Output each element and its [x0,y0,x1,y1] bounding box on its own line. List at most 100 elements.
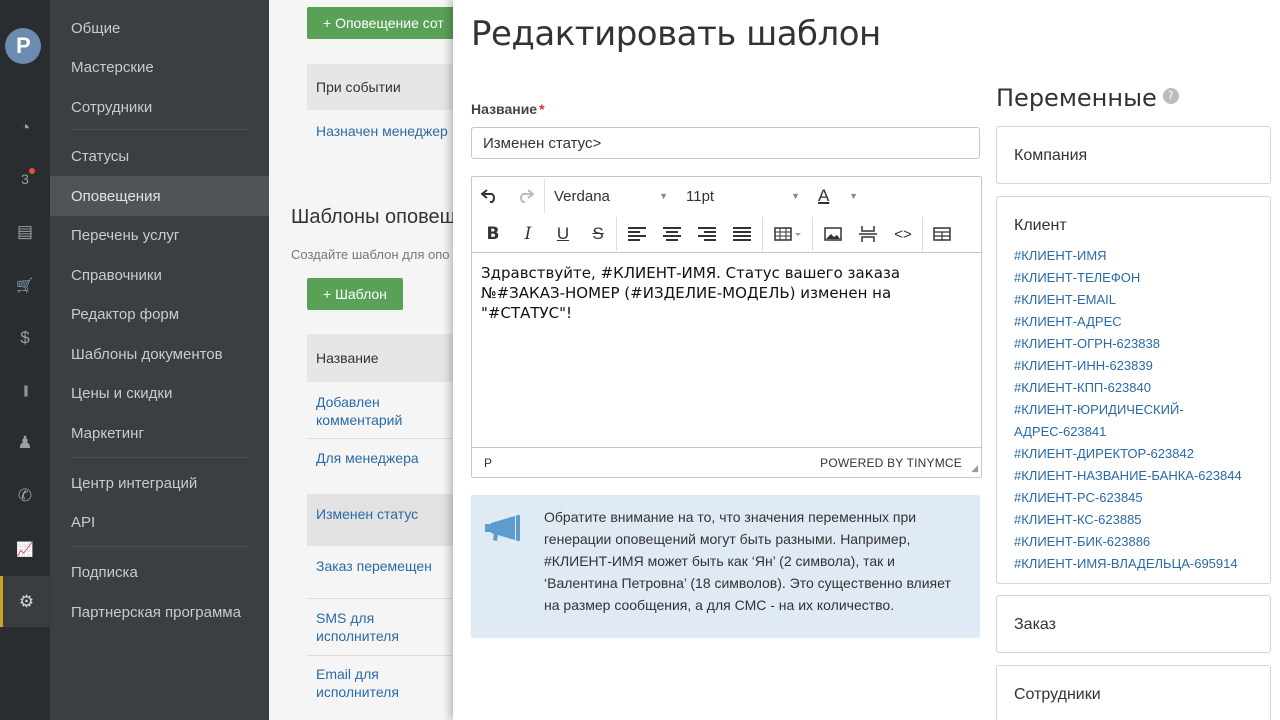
menu-item-general[interactable]: Общие [50,8,269,48]
redo-icon[interactable] [510,181,540,211]
manager-assigned-link[interactable]: Назначен менеджер [316,122,459,140]
variable-link[interactable]: #КЛИЕНТ-EMAIL [1014,289,1264,311]
variable-link[interactable]: #КЛИЕНТ-ЮРИДИЧЕСКИЙ- [1014,399,1264,421]
element-path[interactable]: P [484,456,492,470]
toolbar-divider [812,217,813,251]
editor-statusbar: P POWERED BY TINYMCE ◢ [472,447,981,477]
add-template-button[interactable]: + Шаблон [307,278,403,310]
help-icon[interactable]: ? [1162,88,1179,104]
align-right-icon[interactable] [692,219,722,249]
text-color-button[interactable]: A ▼ [818,181,858,211]
phone-icon[interactable]: ✆ [0,478,50,514]
toolbar-divider [922,217,923,251]
underline-icon[interactable]: U [548,219,578,249]
italic-icon[interactable]: I [513,219,543,249]
required-mark: * [539,101,545,117]
variable-link[interactable]: #КЛИЕНТ-КПП-623840 [1014,377,1264,399]
template-link[interactable]: Для менеджера [316,449,446,467]
speedometer-icon[interactable]: ◔ [0,110,50,146]
menu-item-partner-program[interactable]: Партнерская программа [50,592,269,632]
resize-handle-icon[interactable]: ◢ [971,463,978,474]
variable-group-company[interactable]: Компания [996,126,1271,184]
menu-item-form-editor[interactable]: Редактор форм [50,294,269,334]
chevron-down-icon: ▼ [659,191,668,201]
chevron-down-icon: ▼ [849,191,858,201]
variable-link[interactable]: #КЛИЕНТ-АДРЕС [1014,311,1264,333]
name-field-label: Название * [471,101,545,117]
strikethrough-icon[interactable]: S [583,219,613,249]
menu-item-employees[interactable]: Сотрудники [50,87,269,127]
variable-link[interactable]: #КЛИЕНТ-ОГРН-623838 [1014,333,1264,355]
menu-item-subscription[interactable]: Подписка [50,552,269,592]
variable-group-title: Клиент [1014,217,1067,234]
template-name-input[interactable]: Изменен статус> [471,127,980,159]
variable-group-order[interactable]: Заказ [996,595,1271,653]
menu-item-integrations[interactable]: Центр интеграций [50,463,269,503]
person-icon[interactable]: ♟ [0,425,50,461]
notification-dot [29,168,35,174]
variable-link[interactable]: #КЛИЕНТ-БИК-623886 [1014,531,1264,553]
align-left-icon[interactable] [622,219,652,249]
template-link[interactable]: Добавлен комментарий [316,393,446,429]
variable-link[interactable]: #КЛИЕНТ-ИМЯ-ВЛАДЕЛЬЦА-695914 [1014,553,1264,575]
name-label-text: Название [471,101,538,117]
app-logo[interactable] [5,28,41,64]
page-break-icon[interactable] [853,219,883,249]
template-link[interactable]: SMS для исполнителя [316,609,406,645]
toolbar-divider [616,217,617,251]
align-justify-icon[interactable] [727,219,757,249]
calendar-icon[interactable]: 3 [0,161,50,197]
dollar-icon[interactable]: $ [0,320,50,356]
menu-item-prices[interactable]: Цены и скидки [50,373,269,413]
align-center-icon[interactable] [657,219,687,249]
editor-toolbar-primary: Verdana ▼ 11pt ▼ A ▼ [472,177,981,215]
variable-link[interactable]: #КЛИЕНТ-НАЗВАНИЕ-БАНКА-623844 [1014,465,1264,487]
settings-menu: Общие Мастерские Сотрудники Статусы Опов… [50,0,269,720]
template-insert-icon[interactable] [927,219,957,249]
gear-icon[interactable]: ⚙ [0,576,50,627]
table-icon[interactable] [768,219,808,249]
template-link[interactable]: Заказ перемещен [316,557,446,575]
font-family-select[interactable]: Verdana ▼ [554,181,668,211]
variable-link[interactable]: #КЛИЕНТ-ТЕЛЕФОН [1014,267,1264,289]
menu-divider [71,457,248,458]
variable-group-staff[interactable]: Сотрудники [996,665,1271,720]
client-variable-list: #КЛИЕНТ-ИМЯ #КЛИЕНТ-ТЕЛЕФОН #КЛИЕНТ-EMAI… [1014,245,1264,575]
menu-item-statuses[interactable]: Статусы [50,136,269,176]
editor-toolbar-secondary: B I U S <> [472,215,981,253]
variable-link[interactable]: АДРЕС-623841 [1014,421,1264,443]
bold-icon[interactable]: B [478,219,508,249]
variable-link[interactable]: #КЛИЕНТ-ИНН-623839 [1014,355,1264,377]
undo-icon[interactable] [475,181,505,211]
menu-item-services[interactable]: Перечень услуг [50,215,269,255]
menu-item-marketing[interactable]: Маркетинг [50,413,269,453]
code-icon[interactable]: <> [888,219,918,249]
menu-item-document-templates[interactable]: Шаблоны документов [50,334,269,374]
variable-group-client[interactable]: Клиент #КЛИЕНТ-ИМЯ #КЛИЕНТ-ТЕЛЕФОН #КЛИЕ… [996,196,1271,584]
menu-divider [71,546,248,547]
variable-group-title: Сотрудники [1014,686,1101,703]
image-icon[interactable] [818,219,848,249]
menu-item-notifications[interactable]: Оповещения [50,176,269,216]
inbox-icon[interactable]: ▤ [0,214,50,250]
barcode-icon[interactable]: ||| [0,372,50,408]
editor-content[interactable]: Здравствуйте, #КЛИЕНТ-ИМЯ. Статус вашего… [481,263,971,323]
menu-item-api[interactable]: API [50,502,269,542]
name-column-header: Название [307,334,459,382]
variable-link[interactable]: #КЛИЕНТ-ДИРЕКТОР-623842 [1014,443,1264,465]
font-size-select[interactable]: 11pt ▼ [686,181,800,211]
powered-by-link[interactable]: POWERED BY TINYMCE [820,456,962,470]
menu-item-workshops[interactable]: Мастерские [50,47,269,87]
variable-link[interactable]: #КЛИЕНТ-КС-623885 [1014,509,1264,531]
menu-item-directories[interactable]: Справочники [50,255,269,295]
chevron-down-icon: ▼ [791,191,800,201]
variable-link[interactable]: #КЛИЕНТ-ИМЯ [1014,245,1264,267]
variable-link[interactable]: #КЛИЕНТ-РС-623845 [1014,487,1264,509]
chart-icon[interactable]: 📈 [0,531,50,567]
template-link[interactable]: Email для исполнителя [316,665,406,701]
cart-icon[interactable]: 🛒 [0,267,50,303]
add-notification-button[interactable]: + Оповещение сот [307,7,459,39]
variables-title-text: Переменные [996,84,1157,112]
edit-template-modal: Редактировать шаблон Название * Изменен с… [453,0,1280,720]
template-link-selected[interactable]: Изменен статус [316,505,446,523]
